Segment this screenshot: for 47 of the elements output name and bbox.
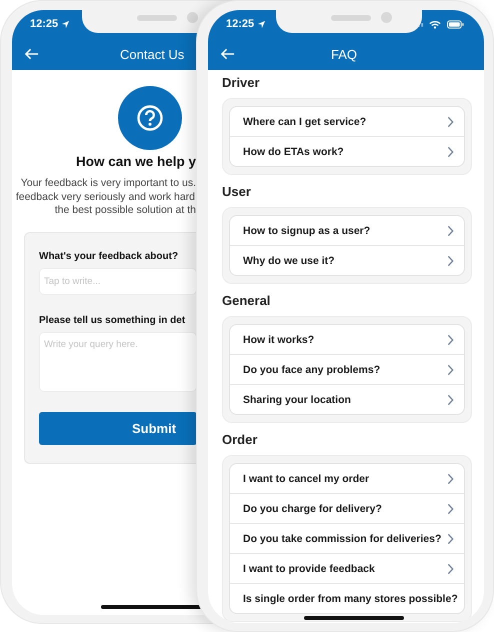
chevron-icon (447, 532, 454, 544)
faq-item[interactable]: Sharing your location (230, 385, 464, 414)
back-arrow-icon[interactable] (220, 48, 235, 60)
screen-title: Contact Us (120, 46, 184, 62)
faq-item[interactable]: Do you charge for delivery? (230, 494, 464, 524)
faq-item[interactable]: Is single order from many stores possible? (230, 584, 464, 613)
field-label: What's your feedback about? (39, 251, 178, 262)
help-heading: How can we help y (76, 154, 196, 169)
section-title: User (222, 183, 252, 201)
faq-item[interactable]: Where can I get service? (230, 107, 464, 137)
chevron-icon (447, 334, 454, 346)
back-arrow-icon[interactable] (24, 48, 39, 60)
chevron-icon (447, 146, 454, 158)
wifi-icon (429, 20, 441, 28)
faq-item[interactable]: Why do we use it? (230, 246, 464, 275)
chevron-icon (447, 394, 454, 406)
text-area[interactable]: Write your query here. (39, 332, 197, 392)
input-field[interactable]: Tap to write... (39, 268, 197, 295)
help-text-line: feedback very seriously and work hard (16, 191, 195, 203)
status-time: 12:25 (30, 18, 58, 30)
chevron-icon (447, 472, 454, 484)
screen-title: FAQ (331, 46, 358, 62)
status-time: 12:25 (226, 18, 254, 30)
faq-item[interactable]: I want to provide feedback (230, 554, 464, 584)
chevron-icon (447, 224, 454, 236)
section-title: General (222, 292, 272, 310)
chevron-icon (447, 254, 454, 266)
help-text-line: Your feedback is very important to us. (20, 177, 196, 189)
chevron-icon (447, 364, 454, 376)
location-arrow-icon (61, 20, 70, 28)
section-title: Driver (222, 74, 261, 92)
chevron-icon (447, 502, 454, 514)
chevron-icon (447, 562, 454, 574)
faq-item[interactable]: Do you take commission for deliveries? (230, 524, 464, 554)
field-label: Please tell us something in det (39, 314, 186, 326)
chevron-icon (447, 116, 454, 128)
section-title: Order (222, 431, 258, 449)
battery-icon (447, 20, 464, 28)
faq-item[interactable]: Do you face any problems? (230, 355, 464, 385)
question-icon (135, 103, 165, 133)
faq-item[interactable]: I want to cancel my order (230, 464, 464, 494)
submit-button[interactable]: Submit (39, 412, 197, 445)
faq-item[interactable]: How to signup as a user? (230, 216, 464, 246)
faq-item[interactable]: How it works? (230, 325, 464, 355)
location-arrow-icon (257, 20, 266, 28)
faq-item[interactable]: How do ETAs work? (230, 137, 464, 166)
help-text-line: the best possible solution at th (54, 204, 196, 216)
